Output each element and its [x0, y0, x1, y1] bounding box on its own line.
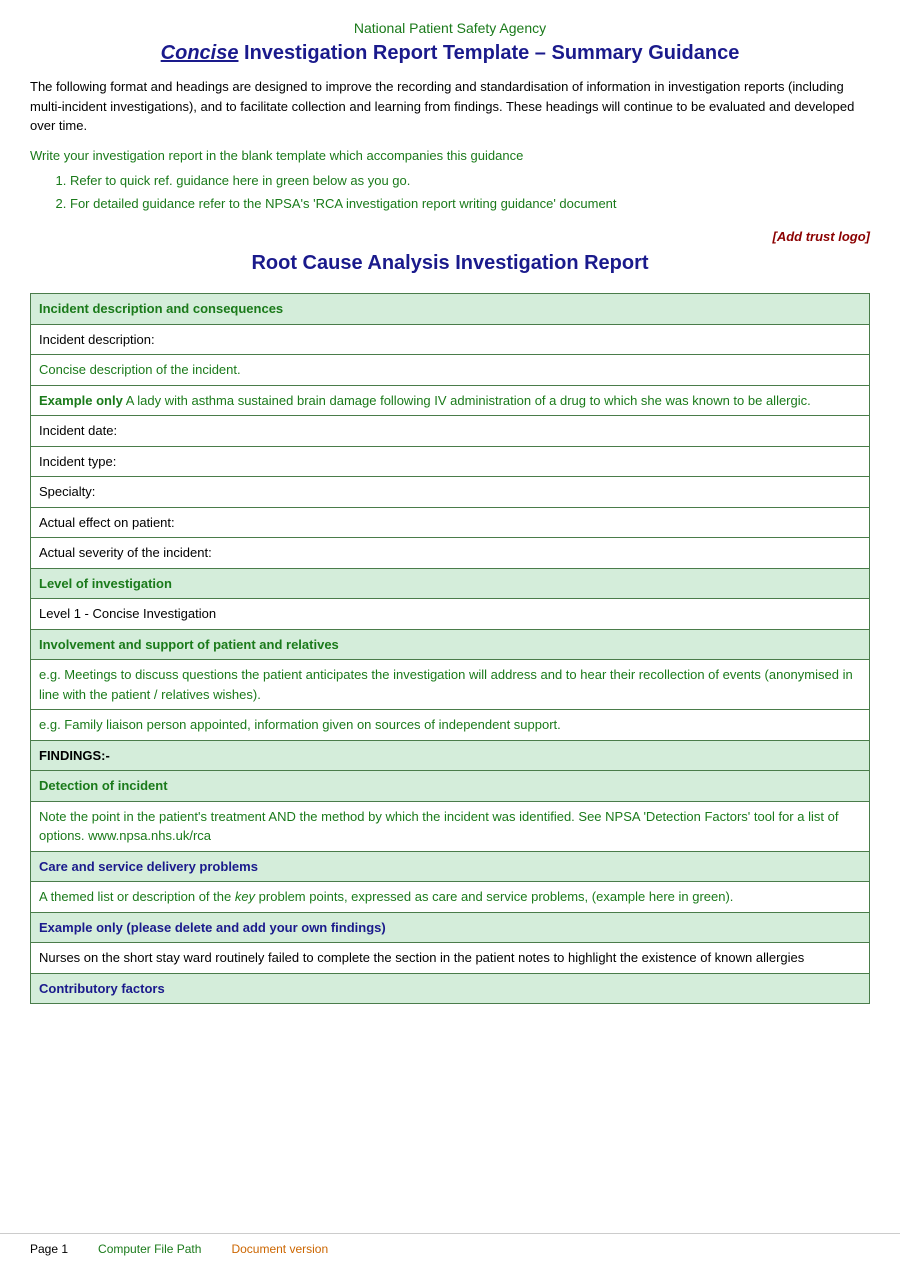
section-detection: Detection of incident [31, 771, 870, 802]
care-desc: A themed list or description of the key … [31, 882, 870, 913]
detection-link[interactable]: www.npsa.nhs.uk/rca [88, 828, 211, 843]
instruction-item-1: Refer to quick ref. guidance here in gre… [70, 169, 870, 192]
row-involvement-2: e.g. Family liaison person appointed, in… [31, 710, 870, 741]
row-actual-severity: Actual severity of the incident: [31, 538, 870, 569]
involvement-section-header: Involvement and support of patient and r… [31, 629, 870, 660]
level-value: Level 1 - Concise Investigation [31, 599, 870, 630]
section-findings: FINDINGS:- [31, 740, 870, 771]
title-rest: Investigation Report Template – Summary … [238, 42, 739, 64]
trust-logo: [Add trust logo] [30, 229, 870, 244]
section-incident: Incident description and consequences [31, 294, 870, 325]
incident-date-label: Incident date: [31, 416, 870, 447]
row-incident-date: Incident date: [31, 416, 870, 447]
actual-effect-label: Actual effect on patient: [31, 507, 870, 538]
incident-desc-concise: Concise description of the incident. [31, 355, 870, 386]
row-level-value: Level 1 - Concise Investigation [31, 599, 870, 630]
row-nurses: Nurses on the short stay ward routinely … [31, 943, 870, 974]
rca-title: Root Cause Analysis Investigation Report [30, 252, 870, 275]
involvement-text-1: e.g. Meetings to discuss questions the p… [31, 660, 870, 710]
title-concise: Concise [161, 42, 239, 64]
example-text: Example only A lady with asthma sustaine… [31, 385, 870, 416]
detection-note: Note the point in the patient's treatmen… [31, 801, 870, 851]
row-incident-type: Incident type: [31, 446, 870, 477]
section-care: Care and service delivery problems [31, 851, 870, 882]
row-specialty: Specialty: [31, 477, 870, 508]
findings-header: FINDINGS:- [31, 740, 870, 771]
example-bold-label: Example only [39, 393, 123, 408]
row-incident-desc-concise: Concise description of the incident. [31, 355, 870, 386]
care-header: Care and service delivery problems [31, 851, 870, 882]
footer-filepath: Computer File Path [98, 1242, 201, 1256]
care-key-word: key [235, 889, 255, 904]
detection-header: Detection of incident [31, 771, 870, 802]
nurses-text: Nurses on the short stay ward routinely … [31, 943, 870, 974]
row-incident-desc-label: Incident description: [31, 324, 870, 355]
instruction-item-2: For detailed guidance refer to the NPSA'… [70, 192, 870, 215]
level-section-header: Level of investigation [31, 568, 870, 599]
incident-type-label: Incident type: [31, 446, 870, 477]
report-title: Concise Investigation Report Template – … [30, 42, 870, 65]
section-level: Level of investigation [31, 568, 870, 599]
care-desc-after: problem points, expressed as care and se… [255, 889, 733, 904]
row-example: Example only A lady with asthma sustaine… [31, 385, 870, 416]
contributory-header: Contributory factors [31, 973, 870, 1004]
actual-severity-label: Actual severity of the incident: [31, 538, 870, 569]
row-involvement-1: e.g. Meetings to discuss questions the p… [31, 660, 870, 710]
care-desc-before: A themed list or description of the [39, 889, 235, 904]
row-care-desc: A themed list or description of the key … [31, 882, 870, 913]
example-rest: A lady with asthma sustained brain damag… [123, 393, 811, 408]
section-example-only: Example only (please delete and add your… [31, 912, 870, 943]
report-table: Incident description and consequences In… [30, 293, 870, 1004]
row-detection-note: Note the point in the patient's treatmen… [31, 801, 870, 851]
write-instruction: Write your investigation report in the b… [30, 148, 870, 163]
section-involvement: Involvement and support of patient and r… [31, 629, 870, 660]
specialty-label: Specialty: [31, 477, 870, 508]
agency-title: National Patient Safety Agency [30, 20, 870, 36]
example-only-header: Example only (please delete and add your… [31, 912, 870, 943]
involvement-text-2: e.g. Family liaison person appointed, in… [31, 710, 870, 741]
intro-paragraph: The following format and headings are de… [30, 77, 870, 136]
row-actual-effect: Actual effect on patient: [31, 507, 870, 538]
page-footer: Page 1 Computer File Path Document versi… [0, 1233, 900, 1264]
section-contributory: Contributory factors [31, 973, 870, 1004]
footer-page: Page 1 [30, 1242, 68, 1256]
incident-desc-label: Incident description: [31, 324, 870, 355]
incident-section-header: Incident description and consequences [31, 294, 870, 325]
footer-docversion: Document version [231, 1242, 328, 1256]
